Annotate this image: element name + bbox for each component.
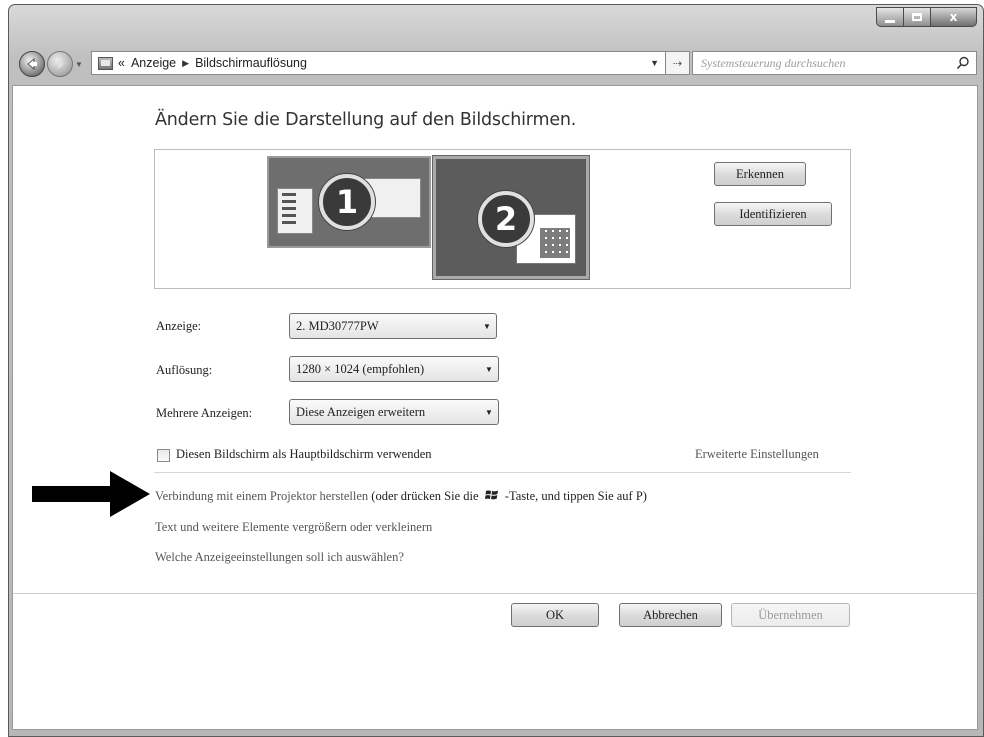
monitor-2-number: 2 [478,191,534,247]
content-pane: Ändern Sie die Darstellung auf den Bilds… [12,85,978,730]
display-label: Anzeige: [156,319,202,333]
multiple-displays-select-value: Diese Anzeigen erweitern [296,404,426,419]
close-icon: x [949,10,958,24]
resolution-label: Auflösung: [156,363,213,377]
address-dropdown-icon[interactable]: ▼ [650,58,659,68]
back-arrow-icon [27,58,37,70]
ok-button[interactable]: OK [511,603,599,627]
control-panel-window: x ▼ « Anzeige ▶ Bildschirmauflösung ▼ ⇢ … [8,4,984,737]
recent-pages-dropdown-icon[interactable]: ▼ [75,60,83,69]
primary-display-checkbox-label[interactable]: Diesen Bildschirm als Hauptbildschirm ve… [176,447,432,462]
identify-button[interactable]: Identifizieren [714,202,832,226]
monitor-1-number: 1 [319,174,375,230]
apply-button[interactable]: Übernehmen [731,603,850,627]
monitor-1-window-thumbnail [277,188,313,234]
breadcrumb-overflow[interactable]: « [118,56,125,70]
projector-hint-end: -Taste, und tippen Sie auf P) [504,489,647,503]
maximize-icon [912,13,922,21]
multiple-displays-select[interactable]: Diese Anzeigen erweitern ▼ [289,399,499,425]
search-box[interactable] [692,51,977,75]
page-title: Ändern Sie die Darstellung auf den Bilds… [155,110,577,130]
minimize-button[interactable] [876,7,904,27]
monitor-1[interactable]: 1 [267,156,431,248]
resolution-select[interactable]: 1280 × 1024 (empfohlen) ▼ [289,356,499,382]
back-button[interactable] [19,51,45,77]
chevron-down-icon: ▼ [483,321,491,331]
advanced-settings-link[interactable]: Erweiterte Einstellungen [695,447,819,462]
detect-button[interactable]: Erkennen [714,162,806,186]
chevron-down-icon: ▼ [485,407,493,417]
control-panel-icon [98,56,113,70]
refresh-button[interactable]: ⇢ [666,51,690,75]
address-bar[interactable]: « Anzeige ▶ Bildschirmauflösung ▼ [91,51,666,75]
projector-hint-start: (oder drücken Sie die [371,489,479,503]
projector-link[interactable]: Verbindung mit einem Projektor herstelle… [155,489,368,503]
text-size-link[interactable]: Text und weitere Elemente vergrößern ode… [155,520,432,535]
pointer-arrow-icon [32,471,150,517]
forward-arrow-icon [58,59,64,69]
windows-logo-icon [484,490,498,500]
primary-display-checkbox[interactable] [157,449,170,462]
monitor-arrangement: 1 2 Erkennen Identifizieren [154,149,851,289]
footer-divider [13,593,977,594]
forward-button[interactable] [47,51,73,77]
refresh-icon: ⇢ [672,57,683,70]
monitor-2[interactable]: 2 [433,156,589,279]
window-controls: x [876,7,977,27]
display-select-value: 2. MD30777PW [296,318,379,333]
projector-row: Verbindung mit einem Projektor herstelle… [155,489,647,504]
chevron-down-icon: ▼ [485,364,493,374]
breadcrumb-separator-icon[interactable]: ▶ [182,58,189,69]
minimize-icon [885,19,895,23]
search-icon[interactable] [955,55,971,71]
search-input[interactable] [699,54,955,72]
breadcrumb-bildschirmaufloesung[interactable]: Bildschirmauflösung [195,56,307,70]
which-settings-link[interactable]: Welche Anzeigeeinstellungen soll ich aus… [155,550,404,565]
maximize-button[interactable] [904,7,931,27]
divider [154,472,851,473]
multiple-displays-label: Mehrere Anzeigen: [156,406,253,420]
display-select[interactable]: 2. MD30777PW ▼ [289,313,497,339]
cancel-button[interactable]: Abbrechen [619,603,722,627]
breadcrumb-anzeige[interactable]: Anzeige [131,56,176,70]
close-button[interactable]: x [931,7,977,27]
resolution-select-value: 1280 × 1024 (empfohlen) [296,361,425,376]
